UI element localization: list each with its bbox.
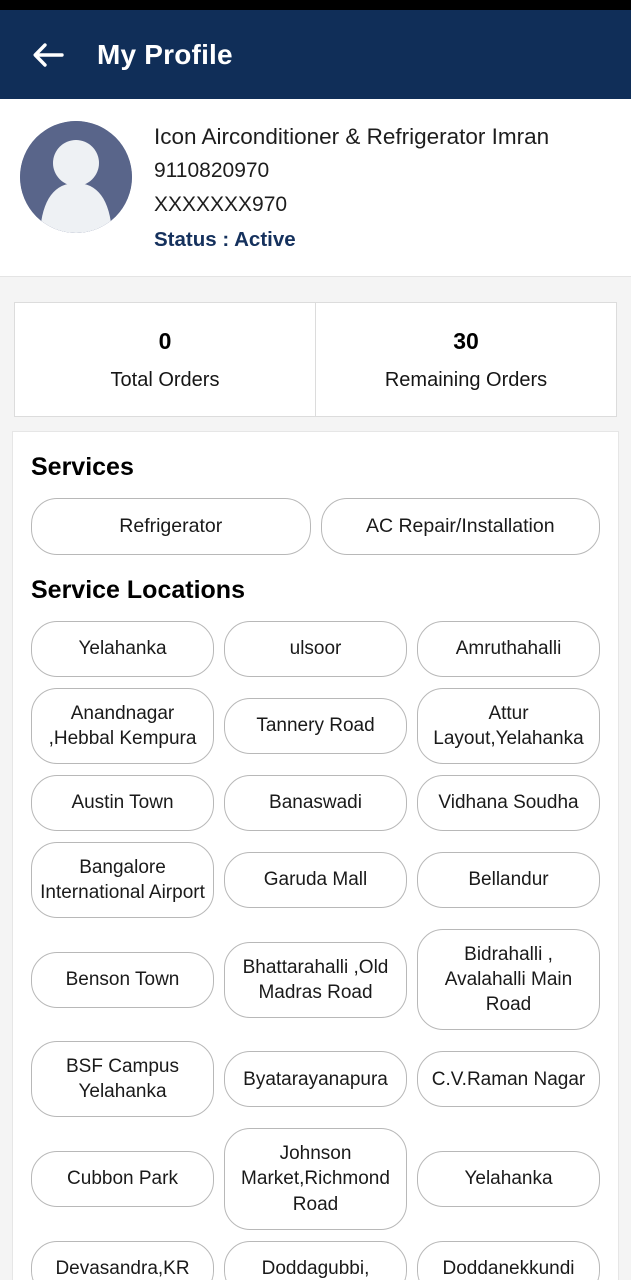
location-row: Cubbon Park Johnson Market,Richmond Road… [31,1128,600,1230]
location-chip[interactable]: Banaswadi [224,774,407,831]
profile-masked-id: XXXXXXX970 [154,192,288,216]
location-chip[interactable]: ulsoor [224,620,407,677]
stat-remaining-orders: 30 Remaining Orders [315,303,616,417]
location-chip[interactable]: C.V.Raman Nagar [417,1051,600,1108]
page-title: My Profile [97,38,233,70]
location-row: Anandnagar ,Hebbal Kempura Tannery Road … [31,687,600,764]
back-button[interactable] [26,33,70,77]
stat-label: Remaining Orders [384,368,548,391]
location-row: Bangalore International Airport Garuda M… [31,841,600,919]
location-chip[interactable]: Doddagubbi, [224,1240,407,1280]
location-chip[interactable]: BSF Campus Yelahanka [31,1041,214,1118]
location-chip[interactable]: Bidrahalli , Avalahalli Main Road [417,929,600,1031]
location-chip[interactable]: Amruthahalli [417,620,600,677]
stat-label: Total Orders [110,368,220,391]
location-chip[interactable]: Austin Town [31,774,214,831]
location-chip[interactable]: Anandnagar ,Hebbal Kempura [31,687,214,764]
location-chip[interactable]: Doddanekkundi [417,1240,600,1280]
services-heading: Services [31,453,134,482]
content-section: Services Refrigerator AC Repair/Installa… [0,417,631,1280]
app-bar: My Profile [0,10,631,99]
stat-value: 0 [158,328,172,355]
location-chip[interactable]: Garuda Mall [224,851,407,908]
location-chip[interactable]: Vidhana Soudha [417,774,600,831]
stats-section: 0 Total Orders 30 Remaining Orders [0,277,631,418]
profile-header: Icon Airconditioner & Refrigerator Imran… [0,99,631,278]
location-chip[interactable]: Bellandur [417,851,600,908]
service-chip[interactable]: AC Repair/Installation [320,497,600,556]
location-chip[interactable]: Devasandra,KR [31,1240,214,1280]
location-row: Devasandra,KR Doddagubbi, Doddanekkundi [31,1240,600,1280]
avatar [20,121,132,233]
location-chip[interactable]: Byatarayanapura [224,1051,407,1108]
service-locations-heading: Service Locations [31,576,245,605]
location-row: Benson Town Bhattarahalli ,Old Madras Ro… [31,929,600,1031]
profile-phone: 9110820970 [154,158,270,182]
location-chip[interactable]: Johnson Market,Richmond Road [224,1128,407,1230]
location-row: BSF Campus Yelahanka Byatarayanapura C.V… [31,1041,600,1118]
location-chip[interactable]: Yelahanka [417,1151,600,1208]
profile-screen: My Profile Icon Airconditioner & Refrige… [0,0,631,1280]
status-badge: Status : Active [154,227,296,251]
location-chip[interactable]: Cubbon Park [31,1151,214,1208]
location-chip[interactable]: Bangalore International Airport [31,841,214,919]
profile-name: Icon Airconditioner & Refrigerator Imran [154,124,550,149]
service-locations-grid: Yelahanka ulsoor Amruthahalli Anandnagar… [31,620,600,1280]
person-avatar-placeholder-icon [20,121,132,233]
location-chip[interactable]: Attur Layout,Yelahanka [417,687,600,764]
services-chip-row: Refrigerator AC Repair/Installation [31,497,600,556]
stats-card: 0 Total Orders 30 Remaining Orders [14,302,617,418]
arrow-left-icon [32,42,64,68]
location-chip[interactable]: Yelahanka [31,620,214,677]
stat-total-orders: 0 Total Orders [15,303,315,416]
stat-value: 30 [453,328,479,355]
service-chip[interactable]: Refrigerator [31,497,311,556]
location-chip[interactable]: Bhattarahalli ,Old Madras Road [224,941,407,1018]
status-bar [0,0,631,10]
content-card: Services Refrigerator AC Repair/Installa… [12,431,619,1280]
location-row: Yelahanka ulsoor Amruthahalli [31,620,600,677]
location-chip[interactable]: Tannery Road [224,697,407,754]
profile-details: Icon Airconditioner & Refrigerator Imran… [154,117,549,256]
location-row: Austin Town Banaswadi Vidhana Soudha [31,774,600,831]
location-chip[interactable]: Benson Town [31,951,214,1008]
